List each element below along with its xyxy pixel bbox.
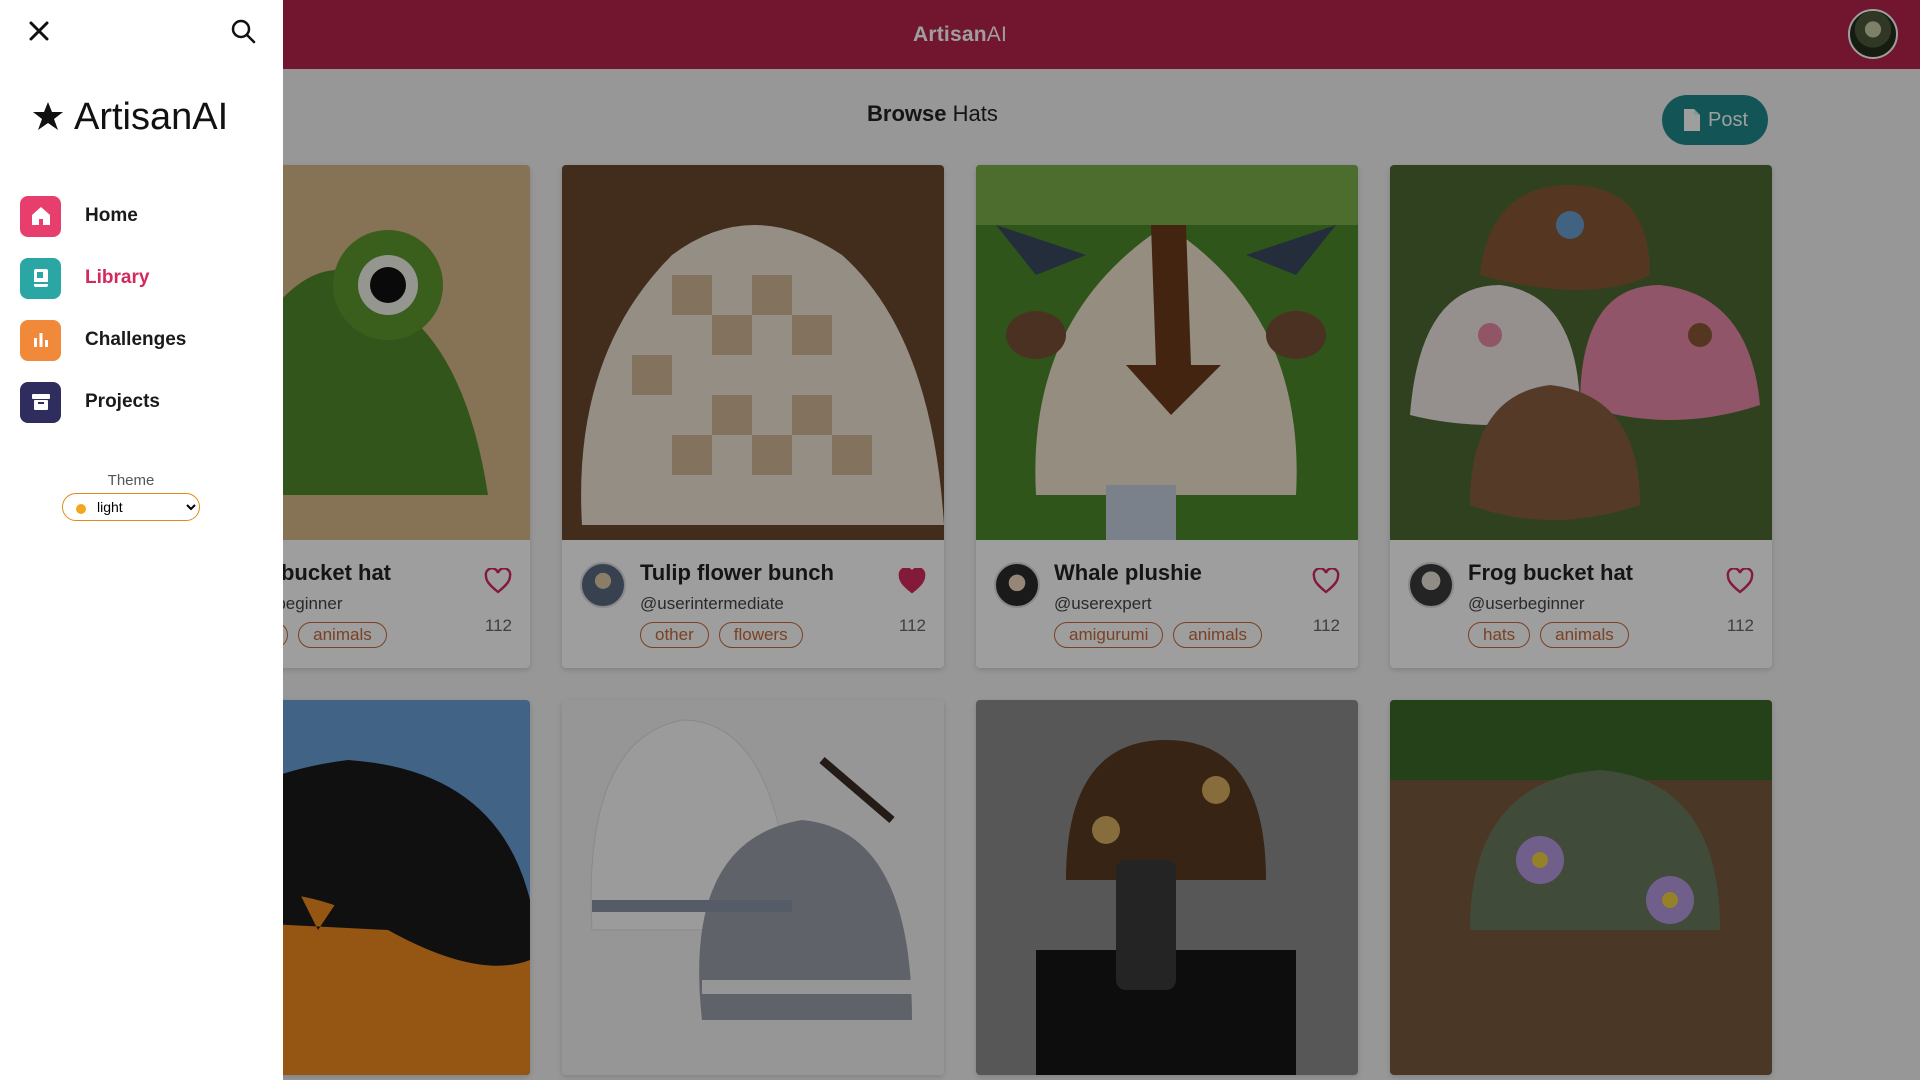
side-drawer: ArtisanAI Home Library Challenges Projec…	[0, 0, 283, 1080]
chart-icon	[20, 319, 61, 361]
nav-item-label: Home	[85, 205, 138, 226]
drawer-logo[interactable]: ArtisanAI	[30, 96, 228, 139]
drawer-backdrop[interactable]	[0, 0, 1920, 1080]
sun-icon	[76, 504, 86, 514]
nav-item-label: Library	[85, 267, 150, 288]
theme-picker: Theme light	[62, 472, 200, 521]
nav-item-projects[interactable]: Projects	[20, 381, 270, 423]
close-icon[interactable]	[26, 18, 52, 44]
nav-item-label: Challenges	[85, 329, 187, 350]
home-icon	[20, 195, 61, 237]
theme-label: Theme	[107, 472, 155, 489]
nav-item-label: Projects	[85, 391, 160, 412]
book-icon	[20, 257, 61, 299]
nav-item-library[interactable]: Library	[20, 257, 270, 299]
nav-item-home[interactable]: Home	[20, 195, 270, 237]
archive-icon	[20, 381, 61, 423]
nav-item-challenges[interactable]: Challenges	[20, 319, 270, 361]
star-icon	[33, 101, 63, 130]
drawer-nav: Home Library Challenges Projects	[20, 195, 270, 443]
search-icon[interactable]	[229, 17, 257, 45]
